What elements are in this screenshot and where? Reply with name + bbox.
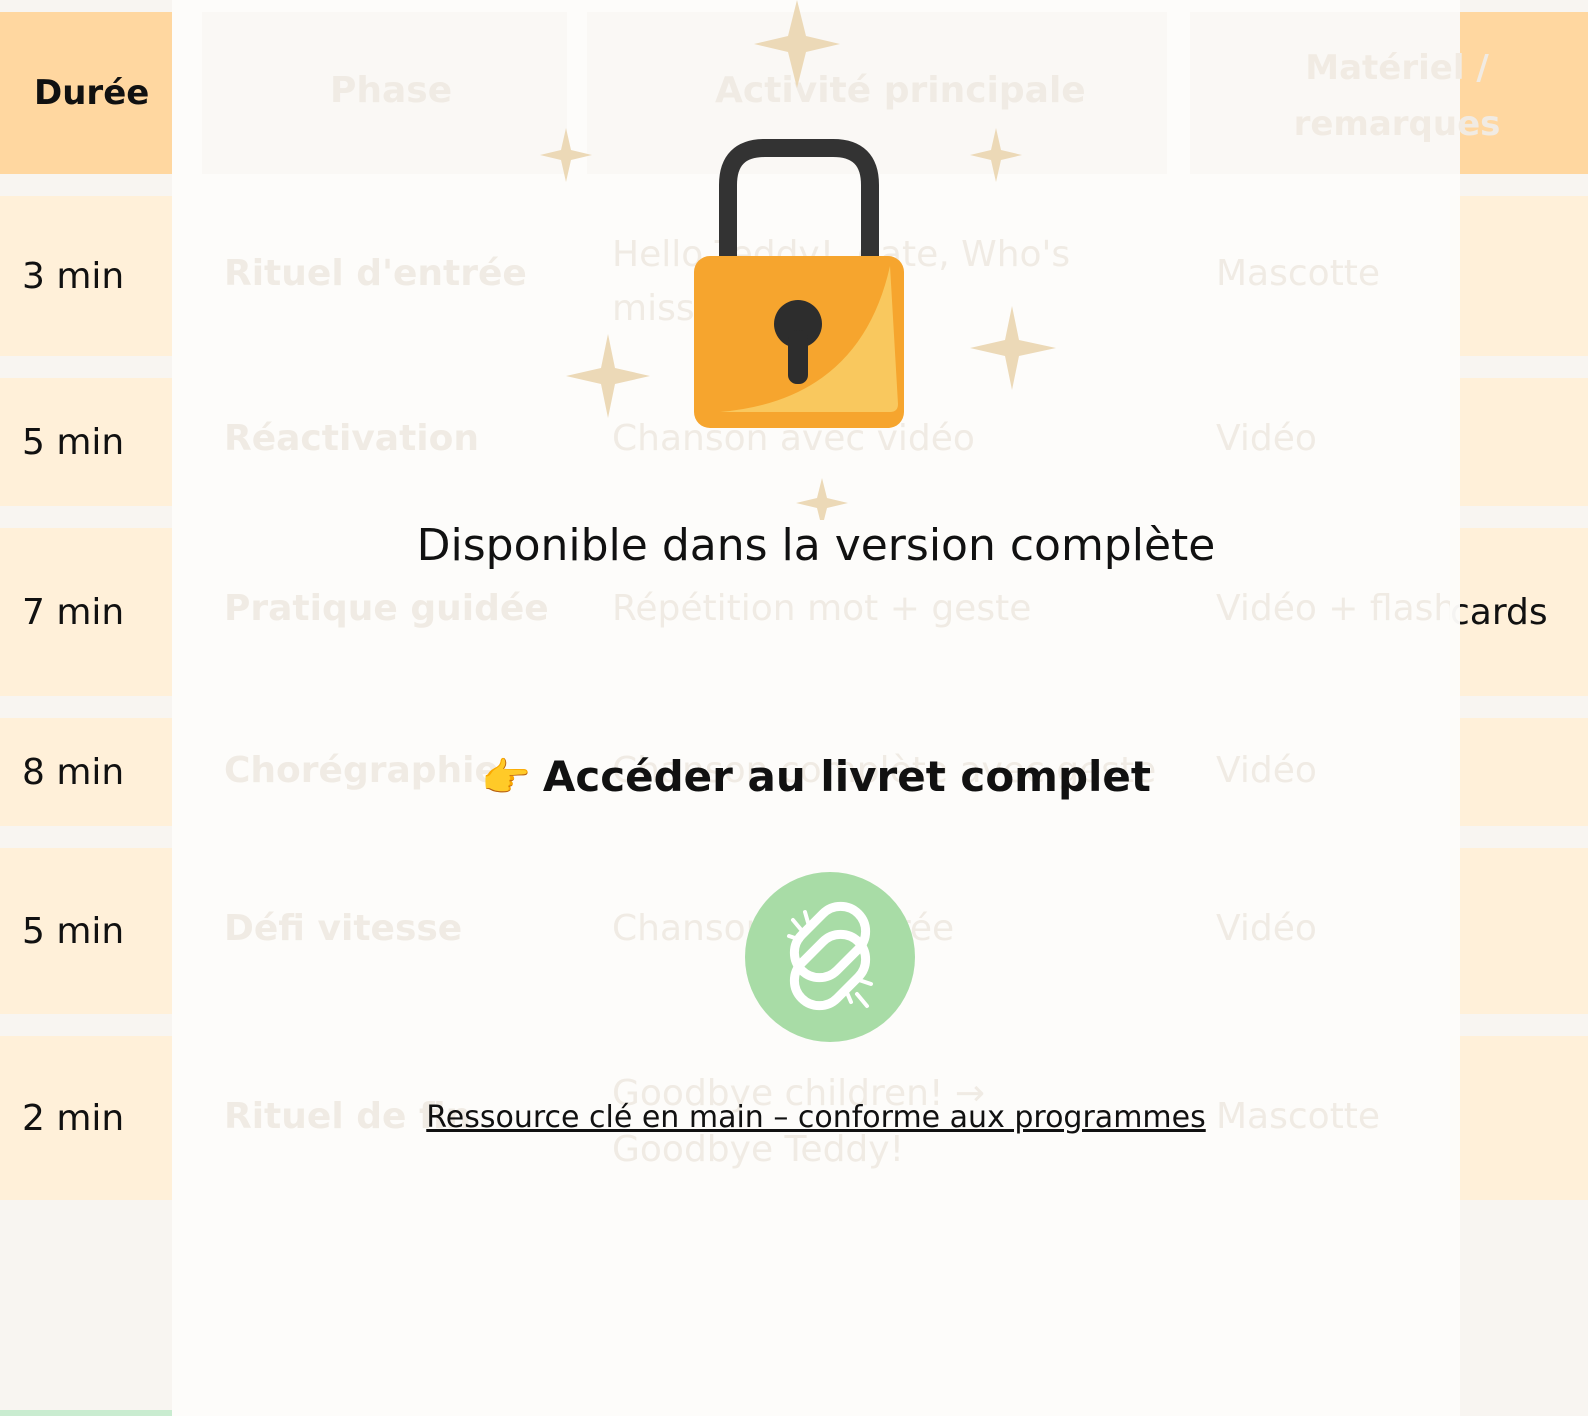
row-5-duree: 5 min: [0, 848, 172, 1014]
duree-value: 8 min: [22, 751, 125, 793]
ghost-header-phase: Phase: [330, 70, 453, 111]
lock-icon: [694, 139, 904, 428]
row-3-right: cards: [1450, 528, 1588, 696]
ghost-materiel: Vidéo + flashcards: [1216, 588, 1450, 629]
duree-value: 3 min: [22, 255, 125, 297]
header-materiel-line1: Matériel /: [1305, 48, 1489, 88]
row-1-right: [1450, 196, 1588, 356]
bottom-accent: [0, 1410, 172, 1416]
ghost-phase: Rituel d'entrée: [224, 253, 527, 294]
broken-link-button[interactable]: [745, 872, 915, 1042]
ghost-materiel: Vidéo: [1216, 908, 1317, 949]
row-2-duree: 5 min: [0, 378, 172, 506]
row-2-right: [1450, 378, 1588, 506]
row-5-right: [1450, 848, 1588, 1014]
lock-illustration: [540, 0, 1056, 520]
duree-value: 7 min: [22, 591, 125, 633]
row-6-duree: 2 min: [0, 1036, 172, 1200]
duree-value: 5 min: [22, 421, 125, 463]
header-materiel-line2: remarques: [1293, 104, 1501, 144]
ghost-phase: Défi vitesse: [224, 908, 463, 949]
ghost-phase: Pratique guidée: [224, 588, 549, 629]
ghost-materiel: Vidéo: [1216, 418, 1317, 459]
row-1-duree: 3 min: [0, 196, 172, 356]
header-duree-label: Durée: [34, 73, 150, 113]
paywall-title: Disponible dans la version complète: [416, 520, 1216, 571]
duree-value: 2 min: [22, 1097, 125, 1139]
access-full-booklet-link[interactable]: 👉 Accéder au livret complet: [172, 752, 1460, 801]
ghost-materiel: Mascotte: [1216, 253, 1381, 294]
broken-link-icon: [787, 901, 873, 1011]
header-materiel: Matériel / remarques: [1292, 40, 1502, 152]
header-duree: Durée: [0, 12, 172, 174]
row-3-duree: 7 min: [0, 528, 172, 696]
pointing-hand-emoji: 👉: [481, 755, 531, 801]
ghost-activite: Répétition mot + geste: [612, 588, 1032, 629]
row-4-duree: 8 min: [0, 718, 172, 826]
cta-label: Accéder au livret complet: [542, 752, 1151, 801]
ghost-phase: Réactivation: [224, 418, 479, 459]
row-4-right: [1450, 718, 1588, 826]
ressource-link[interactable]: Ressource clé en main – conforme aux pro…: [172, 1100, 1460, 1135]
materiel-value-partial: cards: [1450, 591, 1548, 633]
row-6-right: [1450, 1036, 1588, 1200]
duree-value: 5 min: [22, 910, 125, 952]
